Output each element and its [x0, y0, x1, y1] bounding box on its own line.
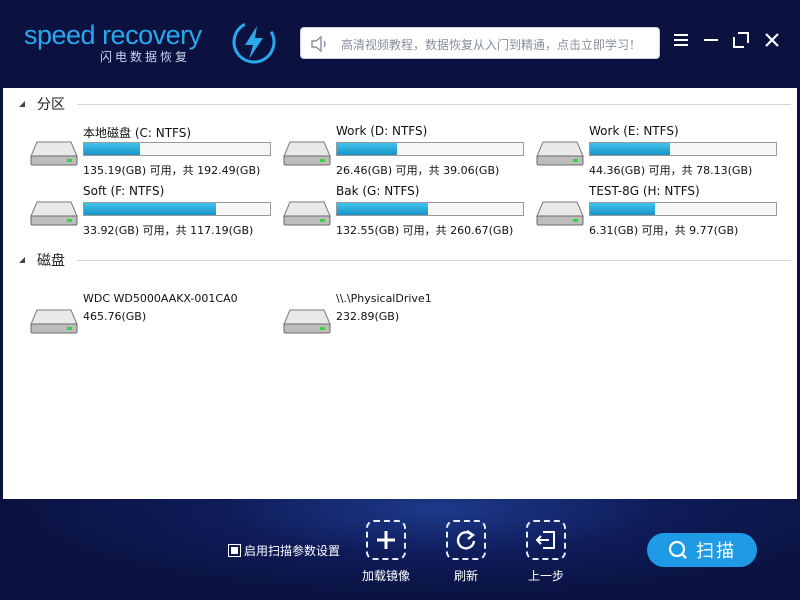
checkbox-box [228, 544, 241, 557]
back-icon [535, 531, 555, 549]
scan-options-checkbox[interactable]: 启用扫描参数设置 [228, 542, 340, 559]
app-logo: speed recovery 闪电数据恢复 [24, 14, 276, 70]
partition-size: 44.36(GB) 可用，共 78.13(GB) [589, 164, 753, 177]
usage-bar [83, 202, 271, 216]
partition-item[interactable]: Bak (G: NTFS) 132.55(GB) 可用，共 260.67(GB) [282, 184, 532, 240]
logo-subtitle: 闪电数据恢复 [100, 50, 191, 64]
scan-label: 扫描 [696, 541, 736, 562]
disk-item[interactable]: WDC WD5000AAKX-001CA0 465.76(GB) [29, 292, 279, 348]
maximize-icon [733, 32, 749, 48]
minimize-button[interactable] [701, 30, 721, 50]
title-bar: speed recovery 闪电数据恢复 高清视频教程，数据恢复从入门到精通，… [0, 0, 800, 88]
refresh-icon-box [446, 520, 486, 560]
load-image-button[interactable]: 加载镜像 [357, 520, 417, 590]
device-panel: 分区 本地磁盘 (C: NTFS) 135.19(GB) 可用，共 192.49(… [3, 88, 797, 499]
usage-bar-fill [84, 143, 140, 155]
hard-drive-icon [535, 198, 585, 228]
disks-title: 磁盘 [37, 253, 65, 269]
partition-size: 6.31(GB) 可用，共 9.77(GB) [589, 224, 739, 237]
partition-name: Work (E: NTFS) [589, 124, 679, 138]
usage-bar-fill [337, 143, 397, 155]
partition-name: Work (D: NTFS) [336, 124, 428, 138]
usage-bar [336, 202, 524, 216]
scan-button[interactable]: 扫描 [647, 533, 757, 567]
tutorial-text: 高清视频教程，数据恢复从入门到精通，点击立即学习！ [341, 38, 642, 52]
hard-drive-icon [29, 138, 79, 168]
menu-button[interactable] [671, 30, 691, 50]
minimize-icon [704, 39, 718, 41]
load-image-icon-box [366, 520, 406, 560]
partitions-header[interactable]: 分区 [17, 93, 791, 115]
back-label: 上一步 [527, 569, 564, 583]
partition-name: TEST-8G (H: NTFS) [589, 184, 700, 198]
plus-icon [377, 531, 395, 549]
disk-size: 232.89(GB) [336, 310, 400, 323]
checkbox-mark [231, 547, 238, 554]
collapse-arrow-icon [19, 257, 25, 263]
bottom-toolbar: 启用扫描参数设置 加载镜像 刷新 上一步 扫描 [0, 499, 800, 600]
hard-drive-icon [29, 306, 79, 336]
refresh-icon [456, 530, 476, 550]
hard-drive-icon [29, 198, 79, 228]
disk-name: WDC WD5000AAKX-001CA0 [83, 292, 238, 305]
partition-item[interactable]: 本地磁盘 (C: NTFS) 135.19(GB) 可用，共 192.49(GB) [29, 124, 279, 180]
disks-header[interactable]: 磁盘 [17, 249, 791, 271]
hard-drive-icon [535, 138, 585, 168]
partition-size: 33.92(GB) 可用，共 117.19(GB) [83, 224, 254, 237]
back-icon-box [526, 520, 566, 560]
maximize-button[interactable] [731, 30, 751, 50]
partition-name: Bak (G: NTFS) [336, 184, 420, 198]
partition-item[interactable]: TEST-8G (H: NTFS) 6.31(GB) 可用，共 9.77(GB) [535, 184, 785, 240]
disk-item[interactable]: \\.\PhysicalDrive1 232.89(GB) [282, 292, 532, 348]
usage-bar [83, 142, 271, 156]
logo-text: speed recovery [24, 20, 202, 50]
back-button[interactable]: 上一步 [517, 520, 577, 590]
usage-bar-fill [84, 203, 217, 215]
usage-bar-fill [590, 143, 670, 155]
partition-size: 132.55(GB) 可用，共 260.67(GB) [336, 224, 514, 237]
scan-options-label: 启用扫描参数设置 [244, 544, 341, 558]
load-image-label: 加载镜像 [361, 569, 410, 583]
partition-size: 135.19(GB) 可用，共 192.49(GB) [83, 164, 261, 177]
partition-size: 26.46(GB) 可用，共 39.06(GB) [336, 164, 500, 177]
refresh-label: 刷新 [453, 569, 478, 583]
usage-bar [336, 142, 524, 156]
partition-name: 本地磁盘 (C: NTFS) [83, 126, 192, 140]
hamburger-icon [674, 34, 688, 46]
tutorial-banner[interactable]: 高清视频教程，数据恢复从入门到精通，点击立即学习！ [300, 27, 660, 59]
close-button[interactable] [762, 30, 782, 50]
partition-item[interactable]: Work (D: NTFS) 26.46(GB) 可用，共 39.06(GB) [282, 124, 532, 180]
hard-drive-icon [282, 306, 332, 336]
partition-item[interactable]: Soft (F: NTFS) 33.92(GB) 可用，共 117.19(GB) [29, 184, 279, 240]
refresh-button[interactable]: 刷新 [437, 520, 497, 590]
section-divider [77, 259, 791, 261]
usage-bar [589, 202, 777, 216]
disk-size: 465.76(GB) [83, 310, 147, 323]
disk-name: \\.\PhysicalDrive1 [336, 292, 432, 305]
close-icon [765, 33, 779, 47]
usage-bar-fill [337, 203, 429, 215]
section-divider [77, 103, 791, 105]
speaker-icon [311, 35, 326, 53]
partition-name: Soft (F: NTFS) [83, 184, 165, 198]
partition-item[interactable]: Work (E: NTFS) 44.36(GB) 可用，共 78.13(GB) [535, 124, 785, 180]
lightning-icon [232, 20, 276, 64]
usage-bar-fill [590, 203, 656, 215]
search-icon [668, 540, 687, 559]
partitions-title: 分区 [37, 97, 65, 113]
usage-bar [589, 142, 777, 156]
collapse-arrow-icon [19, 101, 25, 107]
hard-drive-icon [282, 138, 332, 168]
hard-drive-icon [282, 198, 332, 228]
